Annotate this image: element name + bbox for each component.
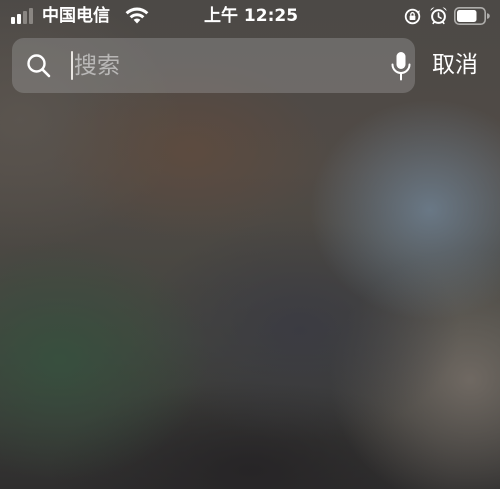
orientation-lock-icon [404, 8, 421, 25]
status-time: 上午 12:25 [204, 6, 299, 26]
spotlight-search-screen: 中国电信 上午 12:25 搜索 取消 [0, 0, 500, 489]
search-field[interactable] [12, 38, 415, 93]
microphone-icon[interactable] [390, 51, 412, 81]
wifi-icon [125, 7, 149, 24]
signal-icon [11, 7, 35, 24]
status-bar: 中国电信 上午 12:25 [0, 0, 500, 32]
battery-icon [454, 7, 490, 25]
carrier-name: 中国电信 [42, 6, 110, 26]
text-caret [71, 51, 73, 80]
alarm-icon [430, 7, 447, 25]
search-icon [27, 54, 51, 78]
search-input[interactable] [74, 38, 374, 93]
cancel-button[interactable]: 取消 [432, 49, 478, 81]
